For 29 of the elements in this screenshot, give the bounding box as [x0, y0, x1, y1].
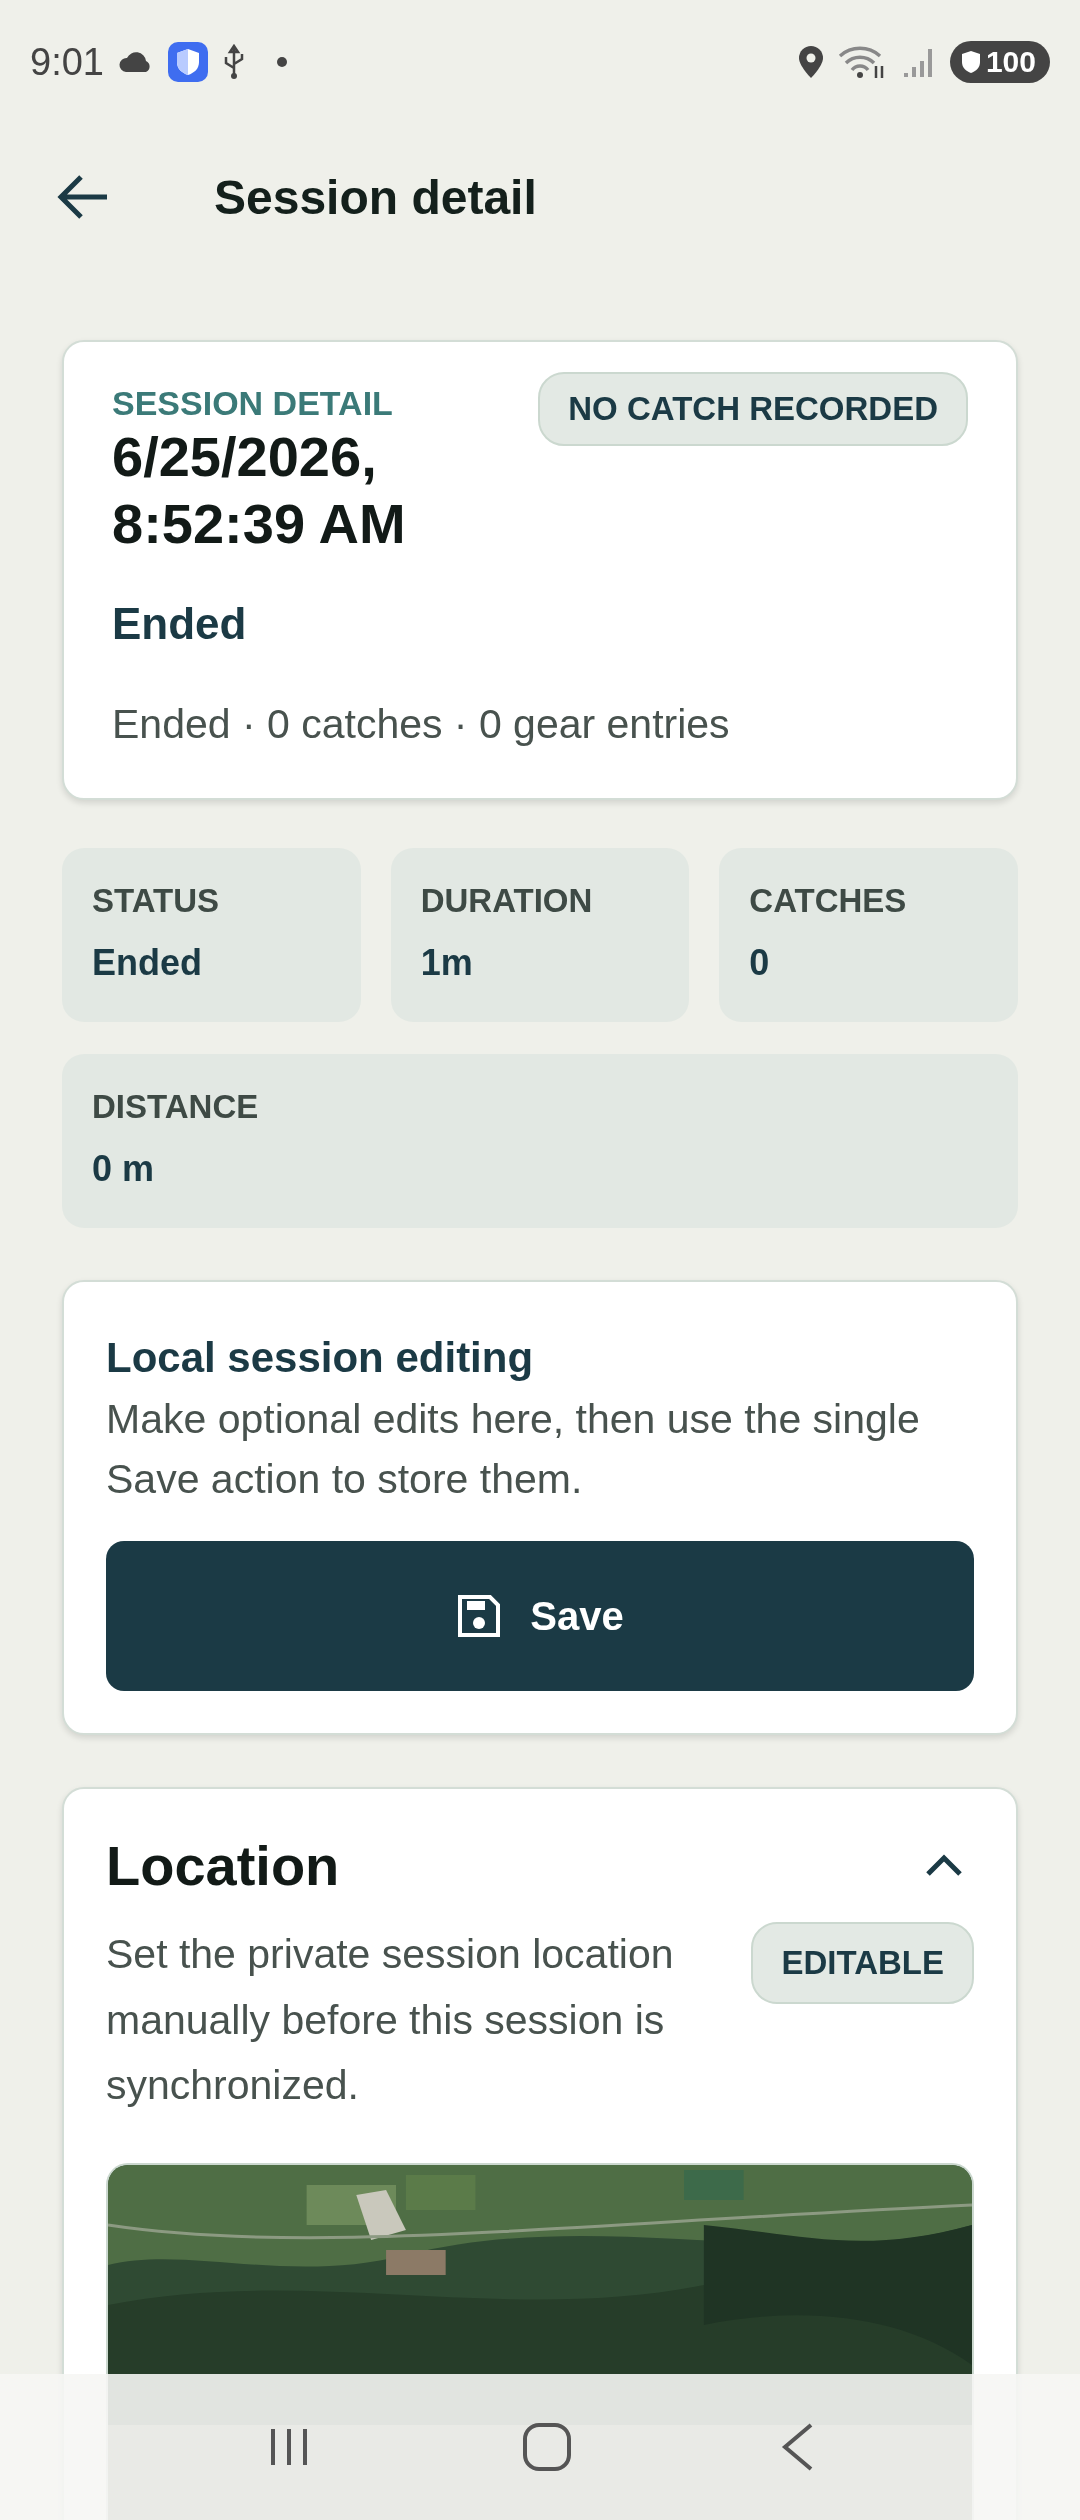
stat-value: 0 m — [92, 1148, 156, 1191]
session-date: 6/25/2026, 8:52:39 AM — [112, 424, 407, 558]
home-button[interactable] — [522, 2422, 572, 2472]
no-catch-badge: NO CATCH RECORDED — [538, 372, 968, 446]
clock-time: 9:01 — [30, 40, 104, 84]
eyebrow-label: SESSION DETAIL — [112, 384, 394, 423]
page-title: Session detail — [214, 169, 537, 225]
section-title: Location — [106, 1833, 340, 1899]
battery-level: 100 — [985, 45, 1036, 79]
save-icon — [456, 1593, 503, 1640]
shield-icon — [167, 42, 208, 82]
dot-icon — [275, 56, 288, 68]
stat-value: 1m — [420, 942, 474, 985]
stat-value: 0 — [749, 942, 771, 985]
location-pin-icon — [797, 45, 824, 79]
edit-description: Make optional edits here, then use the single Save action to store them. — [106, 1395, 921, 1504]
stat-value: Ended — [92, 942, 203, 985]
stat-label: CATCHES — [749, 882, 908, 921]
save-button[interactable]: Save — [106, 1541, 974, 1692]
stat-label: DURATION — [420, 882, 594, 921]
shield-icon — [959, 50, 982, 74]
location-description: Set the private session location manually before this session is synchronized. — [106, 1930, 675, 2111]
chevron-up-icon — [924, 1853, 964, 1878]
editable-badge: EDITABLE — [751, 1922, 974, 2005]
session-summary: Ended · 0 catches · 0 gear entries — [112, 701, 731, 749]
session-status: Ended — [112, 599, 248, 650]
stat-label: STATUS — [92, 882, 221, 921]
stat-label: DISTANCE — [92, 1088, 260, 1127]
edit-title: Local session editing — [106, 1334, 535, 1383]
